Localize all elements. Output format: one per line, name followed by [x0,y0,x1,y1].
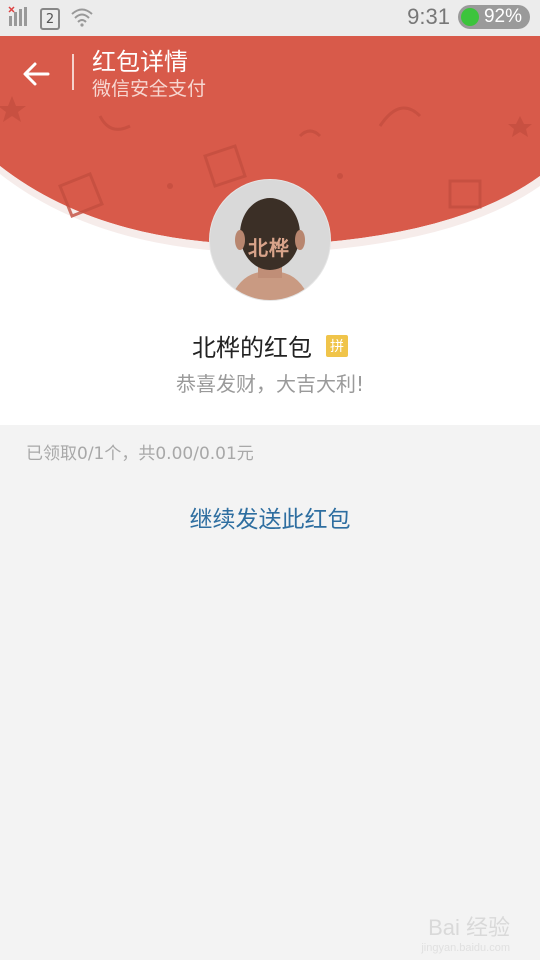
watermark-logo: Bai 经验 [428,915,510,940]
blessing-message: 恭喜发财，大吉大利! [175,372,365,396]
back-button[interactable] [14,52,58,96]
watermark-url: jingyan.baidu.com [421,942,510,954]
page-subtitle: 微信安全支付 [92,78,207,100]
header-divider [72,54,74,90]
battery-icon: 92% [458,5,530,29]
sender-row: 北桦的红包 拼 [0,328,540,363]
status-bar: 2 9:31 92% [0,0,540,36]
battery-level: 92% [483,6,522,27]
sender-name: 北桦的红包 [192,334,312,362]
page-title: 红包详情 [92,48,188,76]
wifi-icon [70,7,94,31]
avatar-text: 北桦 [248,236,290,260]
arrow-left-icon [23,62,50,86]
avatar[interactable]: 北桦 [210,180,330,300]
group-packet-badge: 拼 [326,334,348,357]
sim-card-icon: 2 [40,8,60,30]
clock: 9:31 [407,4,450,29]
signal-icon [8,6,30,32]
resend-red-packet-link[interactable]: 继续发送此红包 [0,500,540,534]
claim-summary: 已领取0/1个，共0.00/0.01元 [26,444,254,464]
